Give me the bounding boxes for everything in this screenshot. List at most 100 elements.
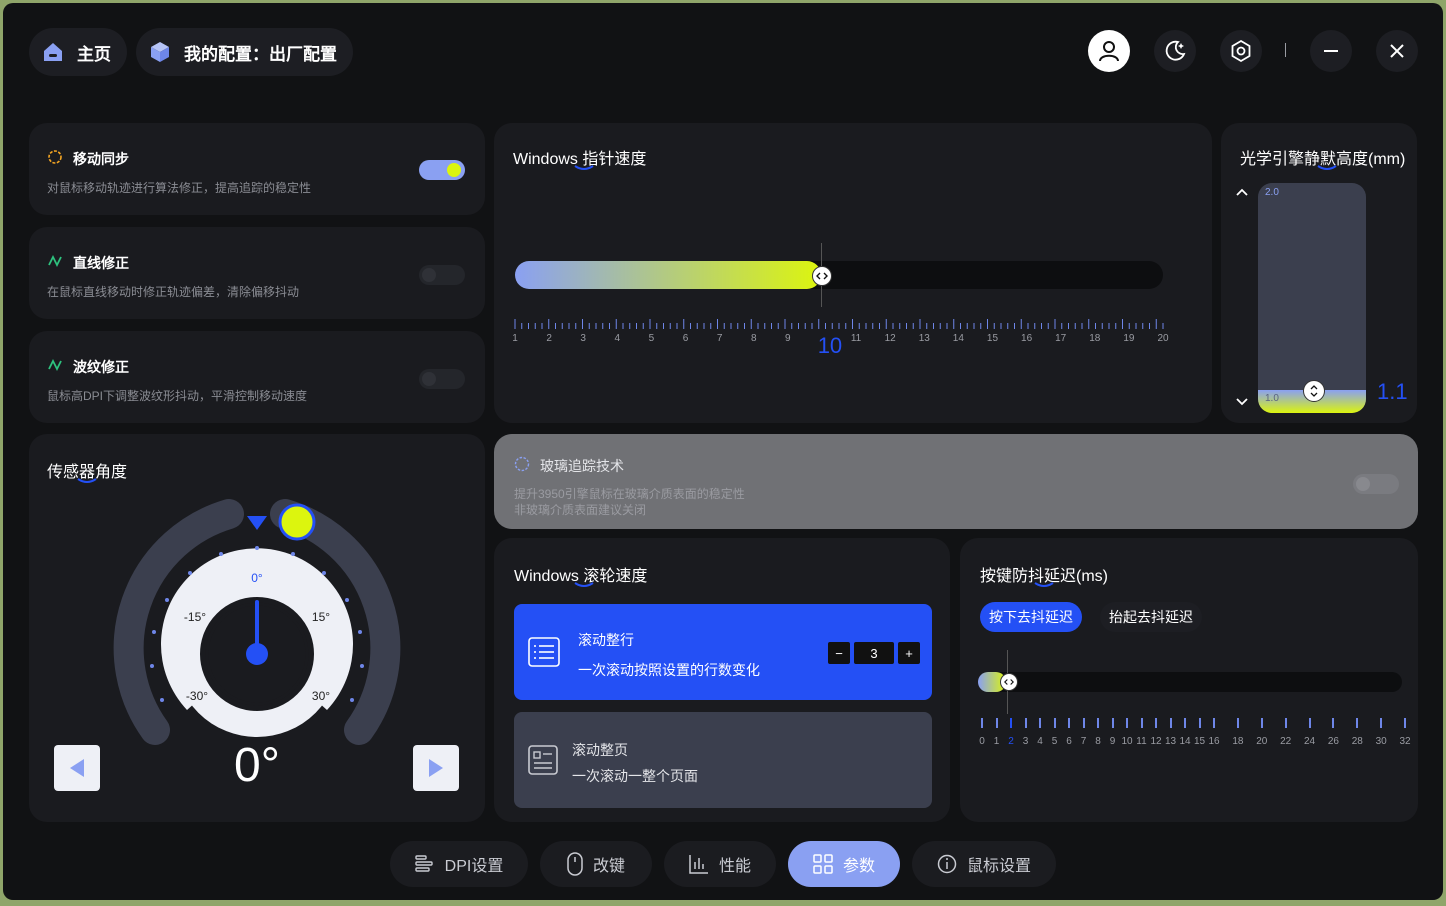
pointer-speed-tick-label: 3 xyxy=(580,333,586,344)
lod-slider[interactable]: 2.0 1.0 xyxy=(1258,183,1366,413)
minimize-icon xyxy=(1324,50,1338,52)
glass-toggle[interactable] xyxy=(1353,474,1399,494)
debounce-track[interactable] xyxy=(978,672,1402,692)
pointer-speed-tick-label: 9 xyxy=(785,333,791,344)
dial-pointer-icon xyxy=(247,516,267,530)
debounce-tick xyxy=(1082,718,1085,728)
debounce-tick xyxy=(1184,718,1186,728)
gear-icon xyxy=(1231,39,1251,63)
home-label: 主页 xyxy=(77,44,111,64)
line-correct-icon xyxy=(48,254,62,268)
motion-sync-toggle[interactable] xyxy=(419,160,465,180)
pointer-speed-tick-label: 10 xyxy=(817,333,843,358)
dial-label-m30: -30° xyxy=(186,689,208,703)
debounce-tick xyxy=(995,718,998,728)
debounce-handle[interactable] xyxy=(1000,673,1018,691)
scroll-line-title: 滚动整行 xyxy=(578,632,634,648)
config-selector[interactable]: 我的配置：出厂配置 xyxy=(136,28,353,76)
pointer-speed-tick-label: 17 xyxy=(1055,333,1067,344)
pointer-speed-handle[interactable] xyxy=(812,266,832,286)
dial-label-p15: 15° xyxy=(312,610,330,624)
lod-handle[interactable] xyxy=(1303,380,1325,402)
tab-keys-label: 改键 xyxy=(592,858,625,875)
minimize-button[interactable] xyxy=(1310,30,1352,72)
scroll-line-option[interactable]: 滚动整行 一次滚动按照设置的行数变化 − 3 + xyxy=(514,604,932,700)
debounce-tick xyxy=(1126,718,1128,728)
angle-snap-desc: 在鼠标直线移动时修正轨迹偏差，清除偏移抖动 xyxy=(47,285,300,299)
user-icon xyxy=(1099,41,1119,62)
lod-value: 1.1 xyxy=(1377,379,1408,404)
glass-title: 玻璃追踪技术 xyxy=(540,458,624,474)
ripple-toggle[interactable] xyxy=(419,369,465,389)
glass-desc-1: 提升3950引擎鼠标在玻璃介质表面的稳定性 xyxy=(514,487,745,501)
release-debounce-tab[interactable]: 抬起去抖延迟 xyxy=(1100,602,1202,632)
debounce-tick-label: 15 xyxy=(1193,736,1206,747)
dial-knob[interactable] xyxy=(278,503,316,541)
pointer-speed-tick-label: 15 xyxy=(986,333,999,344)
drag-vertical-icon xyxy=(1310,385,1318,397)
ripple-correct-icon xyxy=(48,358,62,372)
debounce-tick-label: 13 xyxy=(1164,736,1177,747)
debounce-tick xyxy=(1332,718,1335,728)
pointer-speed-tick-label: 6 xyxy=(682,333,689,344)
debounce-tick-label: 32 xyxy=(1399,736,1411,747)
debounce-tick xyxy=(1010,718,1012,728)
angle-snap-toggle[interactable] xyxy=(419,265,465,285)
pointer-speed-tick-label: 19 xyxy=(1123,333,1135,344)
lines-value[interactable]: 3 xyxy=(854,642,894,664)
title-underline-icon xyxy=(1034,582,1054,587)
title-underline-icon xyxy=(77,478,97,483)
debounce-tick-label: 11 xyxy=(1136,736,1147,747)
scroll-page-option[interactable]: 滚动整页 一次滚动一整个页面 xyxy=(514,712,932,808)
config-label: 我的配置：出厂配置 xyxy=(184,44,337,64)
motion-sync-desc: 对鼠标移动轨迹进行算法修正，提高追踪的稳定性 xyxy=(47,181,312,195)
chart-icon xyxy=(689,855,708,874)
scroll-line-desc: 一次滚动按照设置的行数变化 xyxy=(578,662,760,678)
close-button[interactable] xyxy=(1376,30,1418,72)
dial-label-m15: -15° xyxy=(184,610,206,624)
debounce-tick xyxy=(1024,718,1027,728)
debounce-tick xyxy=(1068,718,1070,728)
chevron-down-icon[interactable] xyxy=(1235,397,1249,407)
tab-keys[interactable]: 改键 xyxy=(540,841,652,887)
theme-button[interactable] xyxy=(1154,30,1196,72)
ripple-title: 波纹修正 xyxy=(73,359,129,375)
debounce-card: 按键防抖延迟(ms) 按下去抖延迟 抬起去抖延迟 0 1 2 3 4 5 6 7 8 9 10 11 1… xyxy=(960,538,1418,822)
toggle-knob xyxy=(422,372,436,386)
tab-dpi-label: DPI设置 xyxy=(444,858,504,875)
debounce-tick-label: 9 xyxy=(1109,736,1116,747)
angle-value: 0° xyxy=(234,739,280,792)
debounce-tick-label: 10 xyxy=(1121,736,1133,747)
toggle-knob xyxy=(447,163,461,177)
debounce-tick-label: 16 xyxy=(1208,736,1220,747)
toggle-knob xyxy=(1356,477,1370,491)
debounce-tick xyxy=(1169,718,1172,728)
home-button[interactable]: 主页 xyxy=(29,28,127,76)
debounce-tick xyxy=(1039,718,1041,728)
debounce-tick-label: 8 xyxy=(1095,736,1101,747)
mouse-icon xyxy=(567,852,583,876)
tab-params[interactable]: 参数 xyxy=(788,841,900,887)
lines-increase-button[interactable]: + xyxy=(898,642,920,664)
debounce-tick-label: 7 xyxy=(1080,736,1087,747)
user-button[interactable] xyxy=(1088,30,1130,72)
moon-icon xyxy=(1165,40,1186,61)
pointer-speed-track[interactable] xyxy=(515,261,1163,289)
lod-min-label: 1.0 xyxy=(1265,393,1279,404)
debounce-tick xyxy=(1140,718,1143,728)
dpi-icon xyxy=(414,855,433,872)
debounce-tick xyxy=(1198,718,1201,728)
lines-decrease-button[interactable]: − xyxy=(828,642,850,664)
info-icon xyxy=(937,854,957,874)
dial-label-0: 0° xyxy=(251,571,263,585)
tab-dpi[interactable]: DPI设置 xyxy=(390,841,528,887)
tab-perf[interactable]: 性能 xyxy=(664,841,776,887)
press-debounce-tab[interactable]: 按下去抖延迟 xyxy=(980,602,1082,632)
dial-center xyxy=(246,643,268,665)
angle-dial[interactable]: 0° -15° 15° -30° 30° xyxy=(99,496,415,756)
tab-mouse[interactable]: 鼠标设置 xyxy=(912,841,1056,887)
lod-card: 光学引擎静默高度(mm) 2.0 1.0 1.1 xyxy=(1221,123,1417,423)
glass-tracking-card: 玻璃追踪技术 提升3950引擎鼠标在玻璃介质表面的稳定性 非玻璃介质表面建议关闭 xyxy=(494,434,1418,529)
settings-button[interactable] xyxy=(1220,30,1262,72)
chevron-up-icon[interactable] xyxy=(1235,187,1249,197)
